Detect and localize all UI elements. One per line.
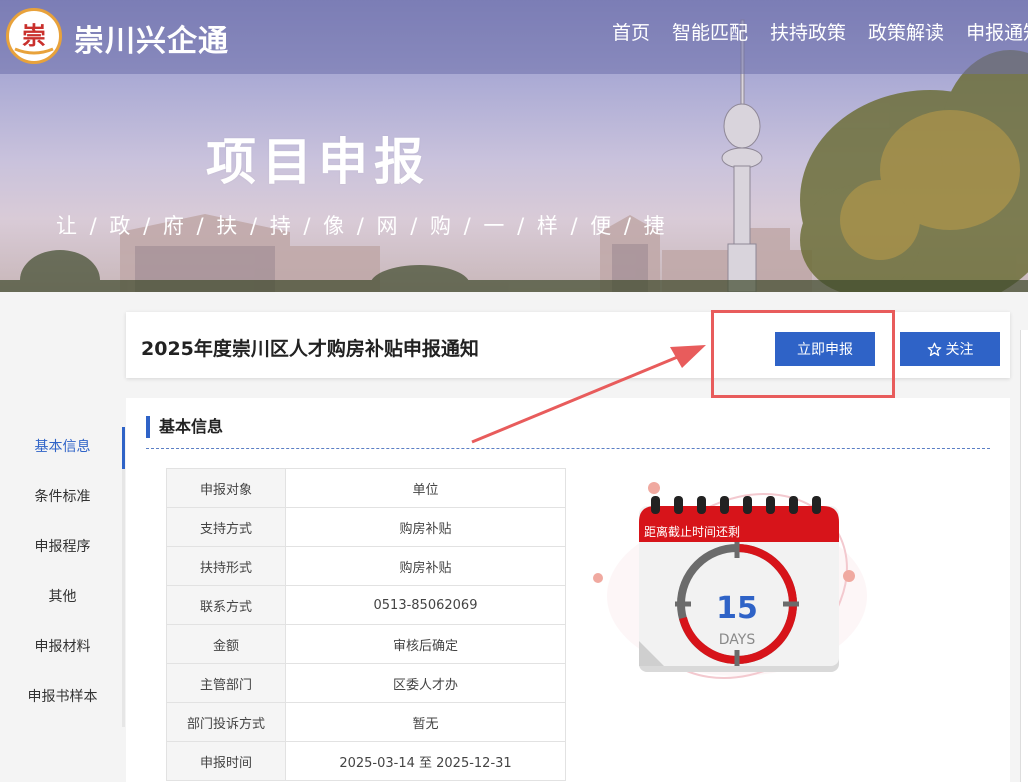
follow-label: 关注 <box>945 342 974 358</box>
top-navbar: 崇 崇川兴企通 首页 智能匹配 扶持政策 政策解读 申报通知 <box>0 0 1028 74</box>
info-key: 部门投诉方式 <box>166 702 286 742</box>
brand-name[interactable]: 崇川兴企通 <box>74 16 229 60</box>
sidebar-item-basic-info[interactable]: 基本信息 <box>0 422 125 472</box>
hero-title: 项目申报 <box>206 133 430 191</box>
hero-slogan: 让 / 政 / 府 / 扶 / 持 / 像 / 网 / 购 / 一 / 样 / … <box>56 214 668 238</box>
main-nav: 首页 智能匹配 扶持政策 政策解读 申报通知 <box>612 18 1028 45</box>
section-sidebar: 基本信息 条件标准 申报程序 其他 申报材料 申报书样本 <box>0 422 125 722</box>
sidebar-track <box>122 427 125 727</box>
nav-item-application-notice[interactable]: 申报通知 <box>966 18 1028 45</box>
notice-title: 2025年度崇川区人才购房补贴申报通知 <box>141 338 479 360</box>
section-divider <box>146 448 990 449</box>
info-table: 申报对象 单位 支持方式 购房补贴 扶持形式 购房补贴 联系方式 0513-85062069 金… <box>166 468 566 781</box>
info-key: 扶持形式 <box>166 546 286 586</box>
info-key: 申报对象 <box>166 468 286 508</box>
nav-item-smart-match[interactable]: 智能匹配 <box>672 18 748 45</box>
table-row: 扶持形式 购房补贴 <box>166 546 566 586</box>
info-key: 金额 <box>166 624 286 664</box>
sidebar-item-other[interactable]: 其他 <box>0 572 125 622</box>
brand-logo[interactable]: 崇 <box>6 8 62 64</box>
info-value: 购房补贴 <box>285 546 566 586</box>
sidebar-active-indicator <box>122 427 125 469</box>
info-key: 申报时间 <box>166 741 286 781</box>
table-row: 金额 审核后确定 <box>166 624 566 664</box>
info-key: 联系方式 <box>166 585 286 625</box>
countdown-calendar: 距离截止时间还剩 15 DAYS <box>593 482 867 679</box>
table-row: 主管部门 区委人才办 <box>166 663 566 703</box>
countdown-label: 距离截止时间还剩 <box>644 524 740 539</box>
section-title: 基本信息 <box>146 416 223 438</box>
info-value: 2025-03-14 至 2025-12-31 <box>285 741 566 781</box>
info-value: 区委人才办 <box>285 663 566 703</box>
info-key: 主管部门 <box>166 663 286 703</box>
annotation-highlight-box <box>711 310 895 398</box>
sidebar-item-conditions[interactable]: 条件标准 <box>0 472 125 522</box>
table-row: 支持方式 购房补贴 <box>166 507 566 547</box>
table-row: 联系方式 0513-85062069 <box>166 585 566 625</box>
countdown-days: 15 <box>716 591 758 626</box>
info-value: 暂无 <box>285 702 566 742</box>
info-value: 0513-85062069 <box>285 585 566 625</box>
table-row: 部门投诉方式 暂无 <box>166 702 566 742</box>
hero-banner: 崇 崇川兴企通 首页 智能匹配 扶持政策 政策解读 申报通知 项目申报 让 / … <box>0 0 1028 292</box>
countdown-unit: DAYS <box>719 632 756 648</box>
sidebar-item-procedure[interactable]: 申报程序 <box>0 522 125 572</box>
right-panel-edge <box>1020 330 1028 782</box>
star-icon <box>927 342 941 356</box>
sidebar-item-sample[interactable]: 申报书样本 <box>0 672 125 722</box>
table-row: 申报对象 单位 <box>166 468 566 508</box>
brand-logo-icon: 崇 <box>12 14 56 58</box>
nav-item-home[interactable]: 首页 <box>612 18 650 45</box>
info-value: 审核后确定 <box>285 624 566 664</box>
info-value: 购房补贴 <box>285 507 566 547</box>
nav-item-policy-interpretation[interactable]: 政策解读 <box>868 18 944 45</box>
info-key: 支持方式 <box>166 507 286 547</box>
info-value: 单位 <box>285 468 566 508</box>
sidebar-item-materials[interactable]: 申报材料 <box>0 622 125 672</box>
follow-button[interactable]: 关注 <box>900 332 1000 366</box>
nav-item-support-policy[interactable]: 扶持政策 <box>770 18 846 45</box>
table-row: 申报时间 2025-03-14 至 2025-12-31 <box>166 741 566 781</box>
svg-text:崇: 崇 <box>22 21 46 50</box>
